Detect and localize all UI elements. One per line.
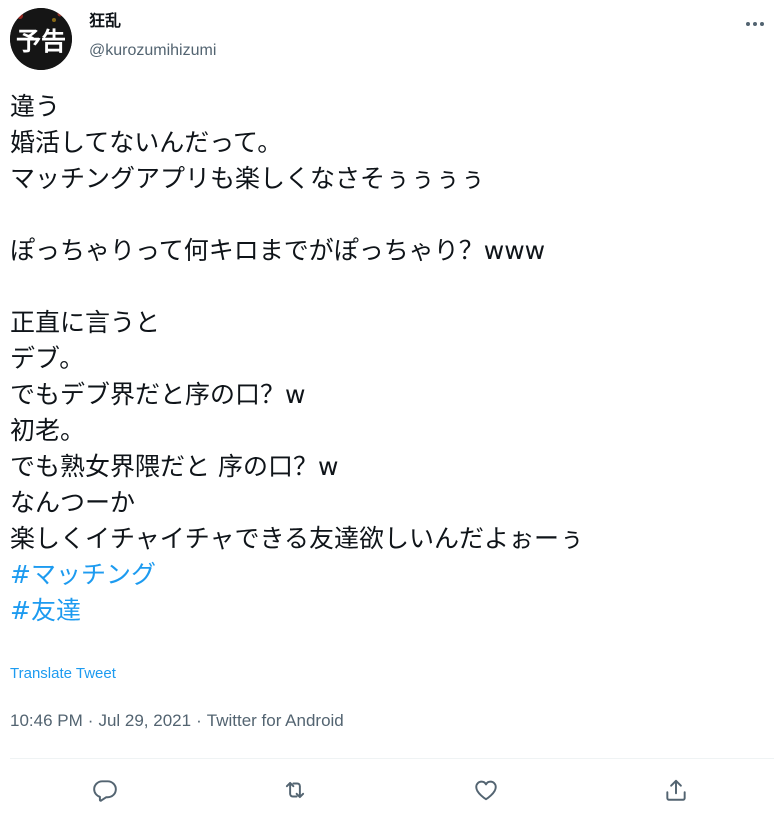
tweet-line: でも熟女界隈だと 序の口？w <box>10 452 339 481</box>
avatar[interactable]: 予告 <box>10 8 72 70</box>
hashtag-link[interactable]: #友達 <box>10 593 774 629</box>
tweet-line: 初老。 <box>10 416 86 445</box>
tweet-header: 予告 狂乱 @kurozumihizumi <box>10 8 774 70</box>
tweet-source[interactable]: Twitter for Android <box>207 711 344 730</box>
hashtag-link[interactable]: #マッチング <box>10 557 774 593</box>
tweet-line: マッチングアプリも楽しくなさそぅぅぅぅ <box>10 164 486 193</box>
tweet-line: 正直に言うと <box>10 308 161 337</box>
retweet-icon <box>285 781 305 799</box>
tweet-line: デブ。 <box>10 344 85 373</box>
avatar-image: 予告 <box>10 8 72 70</box>
user-names: 狂乱 @kurozumihizumi <box>89 11 216 61</box>
tweet-line: なんつーか <box>10 488 136 517</box>
reply-icon <box>93 780 117 802</box>
tweet-line: 楽しくイチャイチャできる友達欲しいんだよぉーぅ <box>10 524 585 553</box>
retweet-button[interactable] <box>278 773 312 807</box>
tweet-text: 違う 婚活してないんだって。 マッチングアプリも楽しくなさそぅぅぅぅ ぽっちゃり… <box>10 89 774 629</box>
meta-separator: · <box>87 711 94 730</box>
more-options-button[interactable] <box>740 14 770 34</box>
tweet-line: 違う <box>10 92 61 121</box>
tweet-time[interactable]: 10:46 PM <box>10 711 83 730</box>
meta-separator: · <box>196 711 202 730</box>
tweet-date[interactable]: Jul 29, 2021 <box>98 711 191 730</box>
share-button[interactable] <box>659 773 693 807</box>
tweet-line: 婚活してないんだって。 <box>10 128 283 157</box>
like-button[interactable] <box>469 773 503 807</box>
action-bar <box>10 759 774 823</box>
like-icon <box>475 780 497 801</box>
tweet-line: ぽっちゃりって何キロまでがぽっちゃり？www <box>10 236 546 265</box>
tweet: 予告 狂乱 @kurozumihizumi 違う 婚活してないんだって。 マッチ… <box>0 0 784 823</box>
reply-button[interactable] <box>88 773 122 807</box>
display-name[interactable]: 狂乱 <box>89 11 216 31</box>
tweet-meta: 10:46 PM · Jul 29, 2021 · Twitter for Androi… <box>10 709 344 733</box>
avatar-logo-text: 予告 <box>16 27 66 56</box>
tweet-line: でもデブ界だと序の口？w <box>10 380 306 409</box>
share-icon <box>666 779 686 801</box>
more-dots-icon <box>746 22 764 26</box>
user-handle[interactable]: @kurozumihizumi <box>89 41 216 61</box>
translate-tweet-link[interactable]: Translate Tweet <box>10 664 116 684</box>
